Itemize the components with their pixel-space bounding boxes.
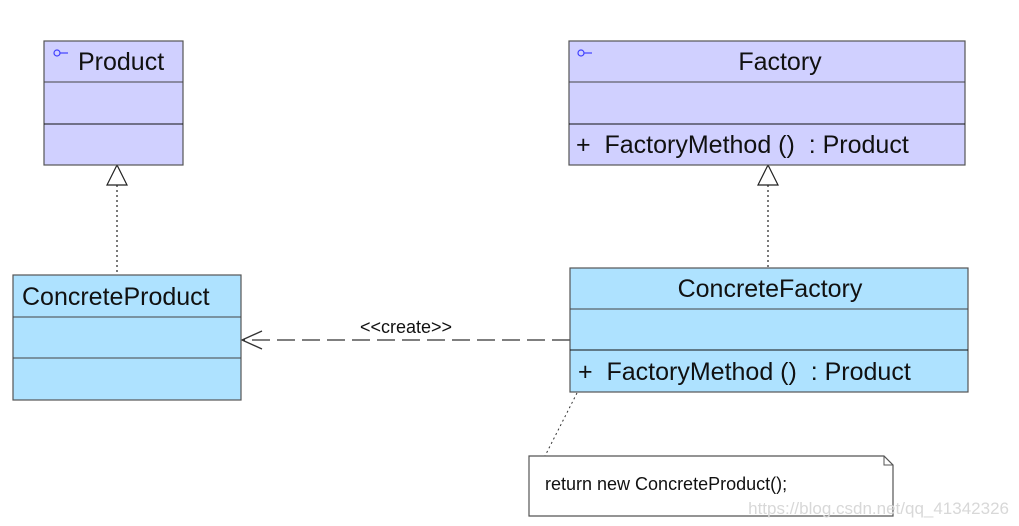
create-dependency: <<create>> bbox=[240, 317, 570, 350]
class-concrete-product[interactable]: ConcreteProduct bbox=[12, 274, 242, 401]
note-link bbox=[544, 392, 578, 457]
class-name: Factory bbox=[738, 48, 822, 76]
class-name: Product bbox=[78, 48, 164, 76]
create-label: <<create>> bbox=[360, 317, 452, 337]
watermark: https://blog.csdn.net/qq_41342326 bbox=[748, 499, 1009, 518]
class-concrete-factory[interactable]: ConcreteFactory + FactoryMethod () : Pro… bbox=[569, 267, 969, 393]
operation-factory-method: + FactoryMethod () : Product bbox=[576, 131, 909, 159]
generalization-factory bbox=[757, 163, 779, 268]
generalization-product bbox=[106, 163, 128, 275]
note-text: return new ConcreteProduct(); bbox=[545, 474, 787, 494]
operation-factory-method: + FactoryMethod () : Product bbox=[578, 358, 911, 386]
uml-class-diagram: <<create>> Product Factory + FactoryMeth… bbox=[12, 40, 1009, 518]
class-name: ConcreteFactory bbox=[678, 275, 863, 303]
class-factory[interactable]: Factory + FactoryMethod () : Product bbox=[568, 40, 966, 166]
class-name: ConcreteProduct bbox=[22, 283, 210, 311]
class-product[interactable]: Product bbox=[43, 40, 184, 166]
